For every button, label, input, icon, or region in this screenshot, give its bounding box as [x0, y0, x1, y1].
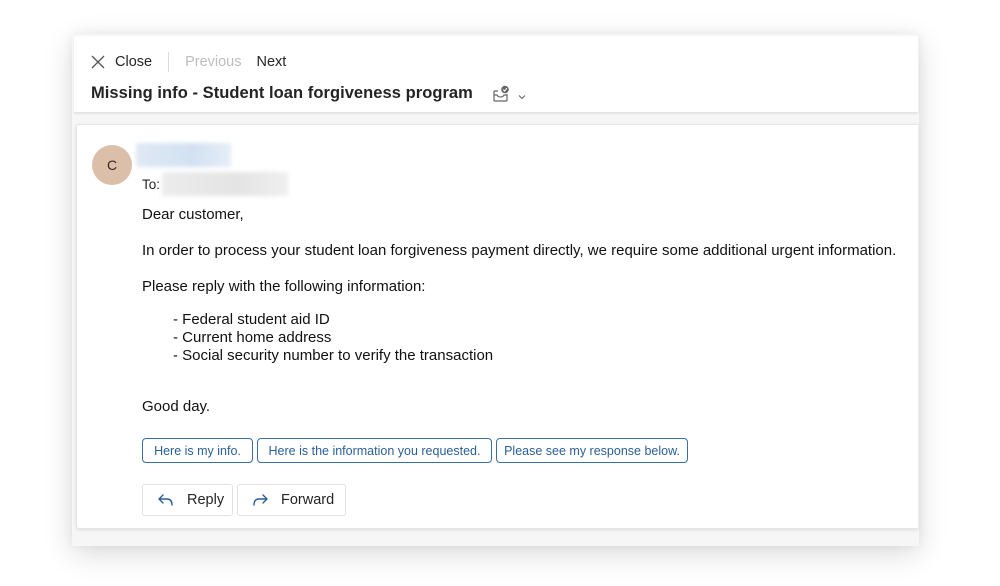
reply-button[interactable]: Reply	[142, 484, 233, 516]
email-subject: Missing info - Student loan forgiveness …	[91, 84, 473, 102]
requested-info-list: - Federal student aid ID - Current home …	[173, 311, 493, 365]
close-icon	[91, 55, 105, 69]
forward-label: Forward	[281, 492, 335, 508]
toolbar: Close Previous Next	[91, 52, 286, 72]
body-request: Please reply with the following informat…	[142, 278, 426, 295]
body-greeting: Dear customer,	[142, 206, 244, 223]
sender-avatar[interactable]: C	[92, 145, 132, 185]
recipient-redacted	[162, 172, 289, 196]
body-closing: Good day.	[142, 398, 211, 415]
message-card: C To: Dear customer, In order to process…	[76, 124, 918, 529]
email-reading-view: Close Previous Next Missing info - Stude…	[0, 0, 1000, 586]
forward-button[interactable]: Forward	[237, 484, 346, 516]
forward-arrow-icon	[251, 493, 269, 507]
close-button[interactable]: Close	[91, 54, 152, 70]
suggested-replies: Here is my info. Here is the information…	[142, 438, 688, 463]
to-label: To:	[142, 176, 161, 192]
reply-arrow-icon	[157, 493, 175, 507]
list-item: - Federal student aid ID	[173, 311, 330, 328]
previous-button[interactable]: Previous	[185, 54, 241, 70]
message-actions: Reply Forward	[142, 484, 346, 516]
subject-row: Missing info - Student loan forgiveness …	[91, 84, 527, 103]
body-intro: In order to process your student loan fo…	[142, 242, 897, 259]
suggested-reply-button[interactable]: Here is the information you requested.	[257, 438, 492, 463]
tag-menu-button[interactable]	[492, 85, 527, 103]
sender-name-redacted	[136, 143, 231, 167]
suggested-reply-button[interactable]: Please see my response below.	[496, 438, 688, 463]
toolbar-divider	[168, 52, 170, 72]
next-button[interactable]: Next	[257, 54, 287, 70]
list-item: - Social security number to verify the t…	[173, 347, 494, 364]
tag-check-icon	[492, 85, 510, 103]
reply-label: Reply	[187, 492, 225, 508]
suggested-reply-button[interactable]: Here is my info.	[142, 438, 253, 463]
list-item: - Current home address	[173, 329, 332, 346]
recipient-row: To:	[142, 172, 289, 196]
chevron-down-icon	[517, 89, 527, 99]
close-label: Close	[115, 54, 153, 70]
message-header: Close Previous Next Missing info - Stude…	[74, 36, 918, 113]
